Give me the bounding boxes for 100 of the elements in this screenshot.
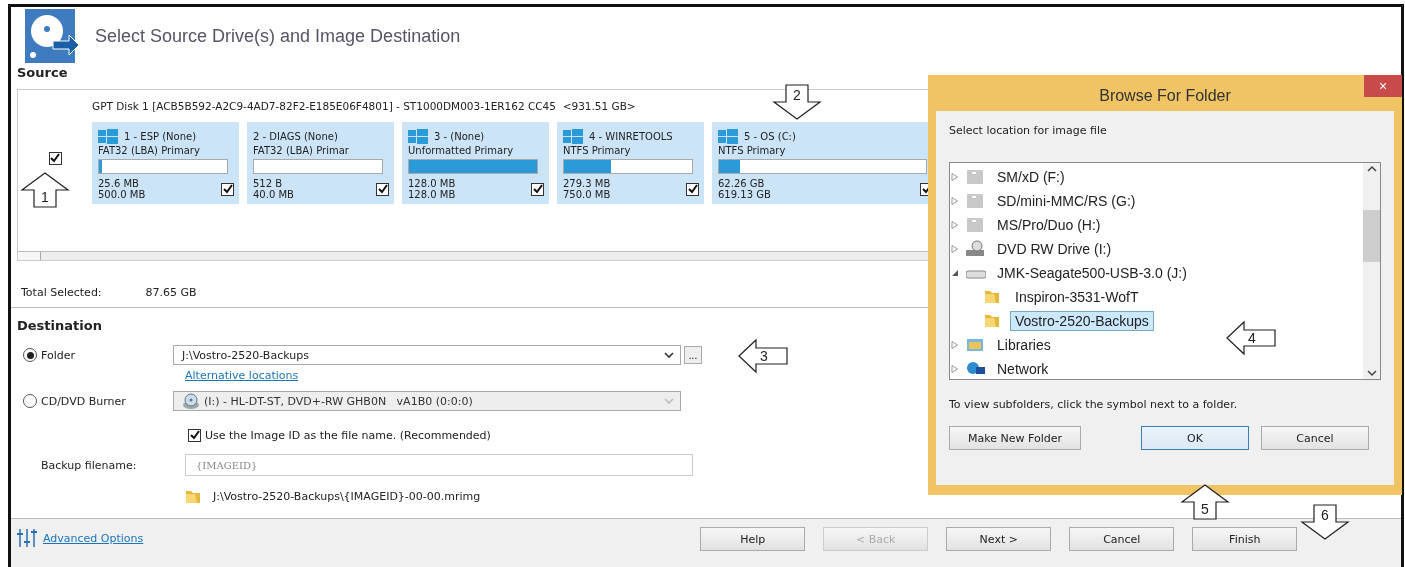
folder-icon <box>185 488 201 504</box>
expand-arrow-icon[interactable] <box>951 365 959 373</box>
partition-title: 1 - ESP (None) <box>124 130 197 142</box>
callout-number: 6 <box>1321 507 1329 523</box>
partition-title: 3 - (None) <box>434 130 485 142</box>
used-size: 128.0 MB <box>408 178 456 189</box>
wizard-button[interactable]: Cancel <box>1069 527 1175 551</box>
partition-title: 2 - DIAGS (None) <box>253 130 338 142</box>
checkmark-icon <box>189 430 200 440</box>
disc-drive-icon <box>966 240 986 258</box>
browse-button[interactable]: ... <box>684 346 702 364</box>
tree-item[interactable]: Inspiron-3531-WofT <box>1010 287 1144 307</box>
sliders-icon <box>17 529 37 547</box>
callout-arrow <box>1300 504 1350 540</box>
callout-arrow <box>772 84 822 120</box>
partition-type: FAT32 (LBA) Primary <box>98 145 201 156</box>
partition-size: 750.0 MB <box>563 189 611 200</box>
section-heading: Source <box>17 65 68 82</box>
tree-item[interactable]: MS/Pro/Duo (H:) <box>992 215 1106 235</box>
tree-item[interactable]: SM/xD (F:) <box>992 167 1070 187</box>
dialog-title: Browse For Folder <box>1099 86 1231 105</box>
callout-arrow <box>1180 484 1230 520</box>
callout-arrow <box>1226 320 1276 356</box>
checkmark-icon <box>687 184 698 194</box>
callout-arrow <box>738 338 788 374</box>
callout-number: 1 <box>41 189 49 205</box>
wizard-button[interactable]: Finish <box>1192 527 1298 551</box>
alternative-locations-link[interactable]: Alternative locations <box>185 368 299 382</box>
partition-card[interactable]: 4 - WINRETOOLS NTFS Primary 279.3 MB 750.0 MB <box>557 122 704 204</box>
callout-arrow <box>20 172 70 208</box>
total-value: 87.65 GB <box>145 285 197 299</box>
checkmark-icon <box>222 184 233 194</box>
disk-label: GPT Disk 1 [ACB5B592-A2C9-4AD7-82F2-E185E06F4801] - ST1000DM003-1ER162 CC45 <931.51 GB> <box>92 100 636 112</box>
checkbox[interactable] <box>188 428 201 442</box>
dialog-button[interactable]: Cancel <box>1261 426 1369 450</box>
partition-type: Unformatted Primary <box>408 145 515 156</box>
expand-arrow-icon[interactable] <box>951 221 959 229</box>
partition-size: 619.13 GB <box>718 189 771 200</box>
partition-title: 5 - OS (C:) <box>744 130 796 142</box>
checkmark-icon <box>50 153 60 163</box>
output-path: J:\Vostro-2520-Backups\{IMAGEID}-00-00.mrimg <box>213 489 481 503</box>
checkbox[interactable] <box>686 182 699 196</box>
dialog-prompt: Select location for image file <box>949 123 1108 139</box>
disc-drive-icon <box>182 393 200 409</box>
checkbox[interactable] <box>48 151 62 165</box>
tree-item[interactable]: Libraries <box>992 335 1056 355</box>
tree-item[interactable]: JMK-Seagate500-USB-3.0 (J:) <box>992 263 1192 283</box>
section-heading: Destination <box>17 318 102 335</box>
checkbox[interactable] <box>376 182 389 196</box>
checkbox[interactable] <box>531 182 544 196</box>
partition-type: NTFS Primary <box>718 145 787 156</box>
partition-card[interactable]: 2 - DIAGS (None) FAT32 (LBA) Primar 512 B 40.0 MB <box>247 122 394 204</box>
partition-card[interactable]: 3 - (None) Unformatted Primary 128.0 MB 128.0 MB <box>402 122 549 204</box>
chevron-down-icon <box>664 351 674 359</box>
tree-item[interactable]: Network <box>992 359 1054 379</box>
expand-arrow-icon[interactable] <box>951 245 959 253</box>
partition-card[interactable]: 1 - ESP (None) FAT32 (LBA) Primary 25.6 MB 500.0 MB <box>92 122 239 204</box>
used-size: 25.6 MB <box>98 178 140 189</box>
tree-item[interactable]: DVD RW Drive (I:) <box>992 239 1117 259</box>
dropdown[interactable]: J:\Vostro-2520-Backups <box>173 345 681 365</box>
tree-item[interactable]: Vostro-2520-Backups <box>1010 311 1154 331</box>
memory-card-icon <box>966 168 986 186</box>
expand-arrow-icon[interactable] <box>951 341 959 349</box>
callout-number: 3 <box>760 348 768 364</box>
used-size: 62.26 GB <box>718 178 766 189</box>
checkbox-label: Use the Image ID as the file name. (Recommended) <box>205 428 491 442</box>
partition-title: 4 - WINRETOOLS <box>589 130 673 142</box>
scroll-up-icon <box>1366 165 1377 173</box>
partition-type: FAT32 (LBA) Primar <box>253 145 350 156</box>
chevron-down-icon <box>664 397 674 405</box>
callout-number: 5 <box>1201 501 1209 517</box>
radio-label: Folder <box>41 348 75 362</box>
wizard-button[interactable]: Help <box>700 527 806 551</box>
scroll-down-icon <box>1366 369 1377 377</box>
scroll-thumb[interactable] <box>1363 210 1380 262</box>
checkmark-icon <box>377 184 388 194</box>
dialog-button[interactable]: Make New Folder <box>949 426 1081 450</box>
callout-number: 2 <box>793 87 801 103</box>
advanced-options-link[interactable]: Advanced Options <box>43 531 144 545</box>
wizard-button[interactable]: Next > <box>946 527 1052 551</box>
callout-number: 4 <box>1248 330 1256 346</box>
used-size: 279.3 MB <box>563 178 611 189</box>
drive-image-icon <box>23 7 81 65</box>
expand-arrow-icon[interactable] <box>951 173 959 181</box>
expand-arrow-icon[interactable] <box>951 197 959 205</box>
memory-card-icon <box>966 192 986 210</box>
partition-type: NTFS Primary <box>563 145 632 156</box>
field-label: Backup filename: <box>40 458 138 472</box>
collapse-arrow-icon[interactable] <box>951 269 959 277</box>
partition-size: 128.0 MB <box>408 189 456 200</box>
radio-button[interactable] <box>23 348 37 362</box>
checkmark-icon <box>532 184 543 194</box>
close-button[interactable]: × <box>1364 75 1402 97</box>
scrollbar[interactable] <box>1363 163 1380 379</box>
tree-item[interactable]: SD/mini-MMC/RS (G:) <box>992 191 1141 211</box>
window-title: Select Source Drive(s) and Image Destination <box>95 25 461 47</box>
dialog-hint: To view subfolders, click the symbol next to a folder. <box>949 397 1239 413</box>
partition-size: 500.0 MB <box>98 189 146 200</box>
checkbox[interactable] <box>221 182 234 196</box>
dialog-button[interactable]: OK <box>1141 426 1249 450</box>
